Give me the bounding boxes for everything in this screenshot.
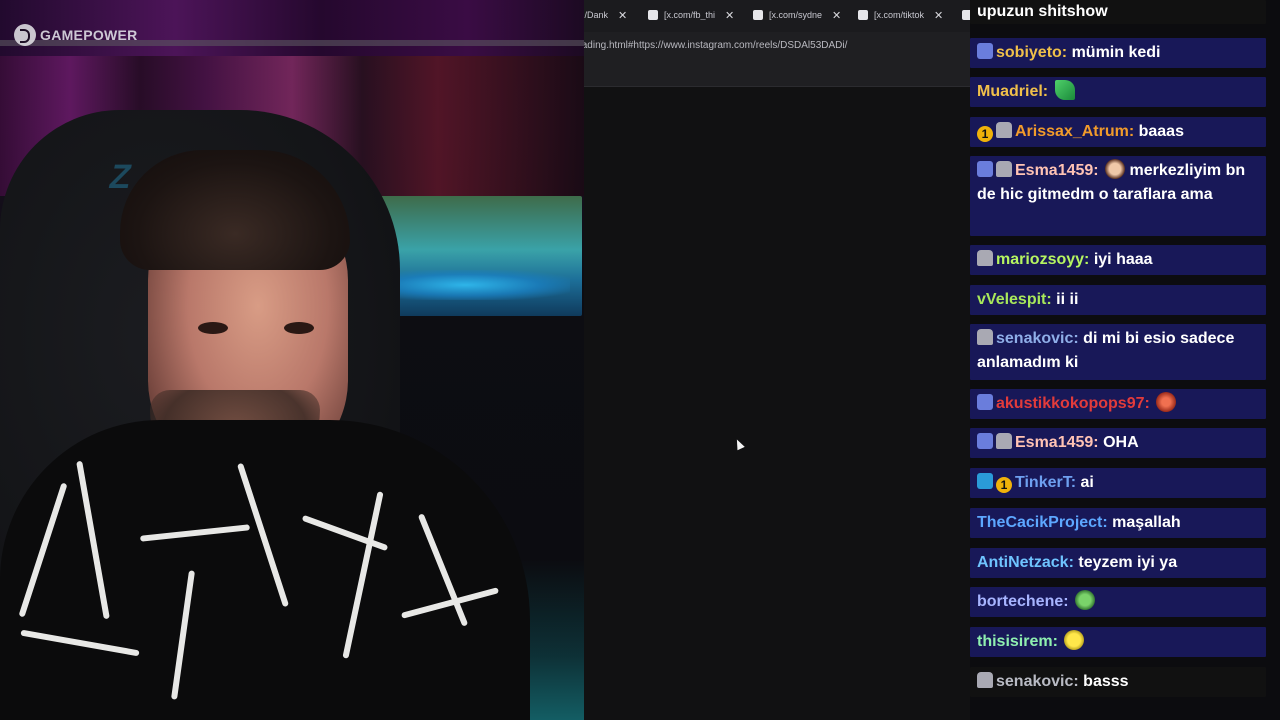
chat-username[interactable]: thisisirem: <box>977 633 1058 650</box>
subscriber-badge-icon <box>977 43 993 59</box>
chat-username[interactable]: TinkerT: <box>1015 474 1076 491</box>
chat-message: upuzun shitshow <box>970 0 1266 24</box>
gamepower-mark-icon <box>14 24 36 46</box>
gamepower-logo: GAMEPOWER <box>14 24 138 46</box>
chat-message: Esma1459: OHA <box>970 428 1266 458</box>
chat-text: maşallah <box>1112 514 1181 531</box>
chat-message: sobiyeto: mümin kedi <box>970 38 1266 68</box>
chat-message: vVelespit: ii ii <box>970 285 1266 315</box>
chat-message: AntiNetzack: teyzem iyi ya <box>970 548 1266 578</box>
yellow-face-emote-icon <box>1064 630 1085 650</box>
chat-message: senakovic: basss <box>970 667 1266 697</box>
chat-username[interactable]: senakovic: <box>996 673 1079 690</box>
x-favicon-icon <box>648 10 658 20</box>
chat-message: TheCacikProject: maşallah <box>970 508 1266 538</box>
streamer-eye-left <box>198 322 228 334</box>
close-icon[interactable]: ✕ <box>725 9 734 22</box>
chat-message: Esma1459: merkezliyim bn de hic gitmedm … <box>970 156 1266 236</box>
chat-username[interactable]: sobiyeto: <box>996 44 1067 61</box>
streamer-eye-right <box>284 322 314 334</box>
chat-message: bortechene: <box>970 587 1266 617</box>
chat-username[interactable]: AntiNetzack: <box>977 554 1074 571</box>
tab-3-title: [x.com/fb_thi <box>664 10 716 20</box>
chat-username[interactable]: TheCacikProject: <box>977 514 1108 531</box>
streamer-shirt <box>0 420 530 720</box>
bot-badge-icon <box>996 122 1012 138</box>
chat-username[interactable]: mariozsoyy: <box>996 251 1089 268</box>
chat-text: basss <box>1083 673 1129 690</box>
chat-username[interactable]: akustikkokopops97: <box>996 395 1150 412</box>
close-icon[interactable]: ✕ <box>618 9 627 22</box>
chat-text: mümin kedi <box>1071 44 1161 61</box>
chat-message: thisisirem: <box>970 627 1266 657</box>
chat-message: mariozsoyy: iyi haaa <box>970 245 1266 275</box>
bot-badge-icon <box>977 329 993 345</box>
x-favicon-icon <box>753 10 763 20</box>
chat-text: ai <box>1080 474 1094 491</box>
tab-5[interactable]: [x.com/tiktok ✕ <box>858 4 943 26</box>
gift-coin-badge-icon: 1 <box>996 477 1012 493</box>
chat-text: upuzun shitshow <box>977 3 1108 20</box>
red-face-emote-icon <box>1156 392 1177 412</box>
webcam-feed: Z GAMEPOWER <box>0 0 584 720</box>
chat-message: Muadriel: <box>970 77 1266 107</box>
chat-text: ii ii <box>1056 291 1079 308</box>
chat-text: baaas <box>1138 123 1184 140</box>
x-favicon-icon <box>858 10 868 20</box>
tab-4[interactable]: [x.com/sydne ✕ <box>753 4 841 26</box>
chat-text: OHA <box>1103 434 1139 451</box>
chat-username[interactable]: Esma1459: <box>1015 434 1099 451</box>
chat-message: akustikkokopops97: <box>970 389 1266 419</box>
tab-5-title: [x.com/tiktok <box>874 10 925 20</box>
bot-badge-icon <box>996 161 1012 177</box>
chat-message: 1 TinkerT: ai <box>970 468 1266 498</box>
chat-username[interactable]: Muadriel: <box>977 83 1048 100</box>
bot-badge-icon <box>996 433 1012 449</box>
tab-4-title: [x.com/sydne <box>769 10 823 20</box>
subscriber-badge-icon <box>977 433 993 449</box>
green-feather-emote-icon <box>1054 80 1075 100</box>
subscriber-badge-icon <box>977 161 993 177</box>
close-icon[interactable]: ✕ <box>934 9 943 22</box>
chat-overlay: upuzun shitshow sobiyeto: mümin kedi Mua… <box>970 0 1280 720</box>
close-icon[interactable]: ✕ <box>832 9 841 22</box>
gamepower-logo-text: GAMEPOWER <box>40 27 138 43</box>
chat-text: teyzem iyi ya <box>1078 554 1178 571</box>
moderator-sword-badge-icon <box>977 473 993 489</box>
subscriber-badge-icon <box>977 394 993 410</box>
pepe-emote-icon <box>1075 590 1096 610</box>
chat-username[interactable]: bortechene: <box>977 593 1069 610</box>
chat-message: 1 Arissax_Atrum: baaas <box>970 117 1266 147</box>
bot-badge-icon <box>977 250 993 266</box>
chat-message: senakovic: di mi bi esio sadece anlamadı… <box>970 324 1266 380</box>
gift-coin-badge-icon: 1 <box>977 126 993 142</box>
chat-text: iyi haaa <box>1093 251 1153 268</box>
chat-username[interactable]: vVelespit: <box>977 291 1052 308</box>
chat-username[interactable]: Arissax_Atrum: <box>1015 123 1134 140</box>
page-content <box>584 87 970 720</box>
face-emote-icon <box>1105 159 1126 179</box>
chat-username[interactable]: Esma1459: <box>1015 162 1099 179</box>
tab-3[interactable]: [x.com/fb_thi ✕ <box>648 4 734 26</box>
chat-username[interactable]: senakovic: <box>996 330 1079 347</box>
bot-badge-icon <box>977 672 993 688</box>
